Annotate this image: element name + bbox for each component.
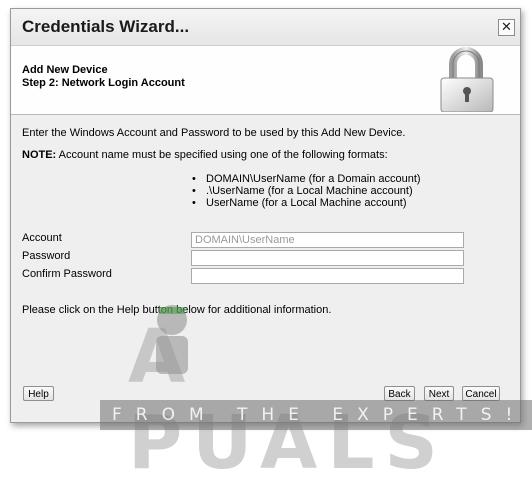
confirm-password-label: Confirm Password xyxy=(22,268,112,280)
wizard-step-title: Step 2: Network Login Account xyxy=(22,77,185,89)
format-local: UserName (for a Local Machine account) xyxy=(206,197,407,209)
note-text: NOTE: Account name must be specified usi… xyxy=(22,149,388,161)
format-local-dot: .\UserName (for a Local Machine account) xyxy=(206,185,413,197)
list-item: • .\UserName (for a Local Machine account… xyxy=(192,185,421,197)
cancel-button[interactable]: Cancel xyxy=(462,386,500,401)
list-item: • UserName (for a Local Machine account) xyxy=(192,197,421,209)
bullet: • xyxy=(192,173,196,185)
bullet: • xyxy=(192,197,196,209)
help-hint-text: Please click on the Help button below fo… xyxy=(22,304,332,316)
password-label: Password xyxy=(22,250,71,262)
account-input[interactable] xyxy=(191,232,464,248)
account-formats-list: • DOMAIN\UserName (for a Domain account) … xyxy=(192,173,421,209)
padlock-icon xyxy=(440,47,494,112)
note-label: NOTE: xyxy=(22,149,57,161)
next-button[interactable]: Next xyxy=(424,386,454,401)
dialog-title: Credentials Wizard... xyxy=(22,17,190,36)
note-body: Account name must be specified using one… xyxy=(56,149,388,161)
password-input[interactable] xyxy=(191,250,464,266)
title-bar[interactable]: Credentials Wizard... ✕ xyxy=(11,9,520,46)
account-label: Account xyxy=(22,232,62,244)
credentials-wizard-dialog: Credentials Wizard... ✕ Add New Device S… xyxy=(10,8,521,423)
back-button[interactable]: Back xyxy=(384,386,415,401)
wizard-body: Enter the Windows Account and Password t… xyxy=(11,115,520,422)
list-item: • DOMAIN\UserName (for a Domain account) xyxy=(192,173,421,185)
help-button[interactable]: Help xyxy=(23,386,54,401)
intro-text: Enter the Windows Account and Password t… xyxy=(22,127,406,139)
confirm-password-input[interactable] xyxy=(191,268,464,284)
close-button[interactable]: ✕ xyxy=(498,19,515,36)
format-domain: DOMAIN\UserName (for a Domain account) xyxy=(206,173,421,185)
close-icon: ✕ xyxy=(501,19,512,34)
wizard-heading: Add New Device xyxy=(22,64,108,76)
bullet: • xyxy=(192,185,196,197)
wizard-header: Add New Device Step 2: Network Login Acc… xyxy=(11,46,520,115)
